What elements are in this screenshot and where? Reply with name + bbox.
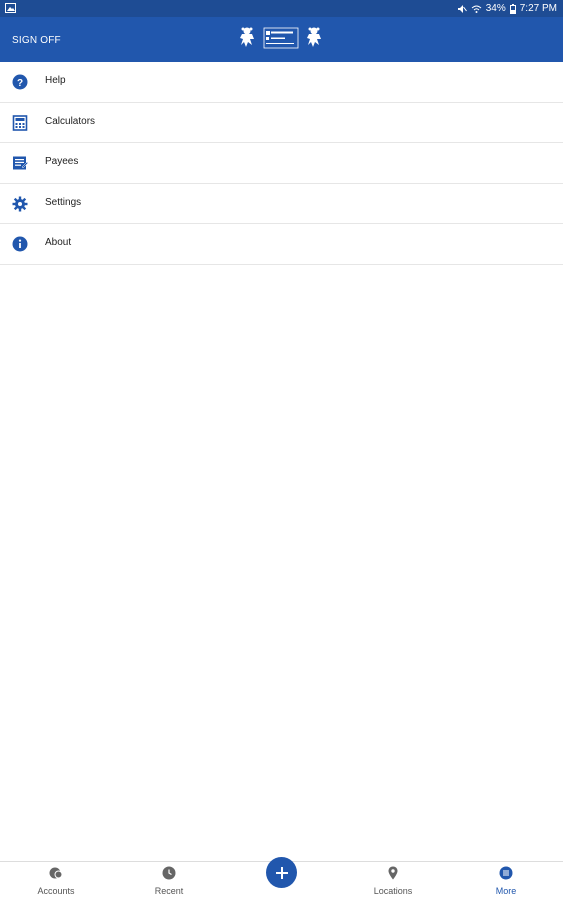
bank-logo xyxy=(240,27,321,49)
calculator-icon xyxy=(12,114,28,131)
gallery-icon xyxy=(5,3,16,13)
menu-item-calculators[interactable]: Calculators xyxy=(0,103,563,143)
more-menu-list: ? Help Calculators Payees Settings About xyxy=(0,62,563,265)
nav-locations[interactable]: Locations xyxy=(353,862,433,900)
menu-item-payees[interactable]: Payees xyxy=(0,143,563,184)
menu-item-label: Calculators xyxy=(45,115,96,127)
plus-icon xyxy=(275,866,288,879)
mute-icon xyxy=(457,4,467,13)
menu-item-label: Help xyxy=(45,75,66,86)
menu-item-about[interactable]: About xyxy=(0,224,563,265)
nav-recent[interactable]: Recent xyxy=(129,862,209,900)
wifi-icon xyxy=(471,5,482,13)
nav-label: Recent xyxy=(154,886,184,896)
status-bar: 34% 7:27 PM xyxy=(0,0,563,17)
more-icon xyxy=(499,866,513,880)
recent-icon xyxy=(162,866,176,880)
help-icon: ? xyxy=(12,74,28,90)
location-pin-icon xyxy=(388,866,398,880)
status-right: 34% 7:27 PM xyxy=(457,2,557,15)
status-time: 7:27 PM xyxy=(519,3,557,14)
menu-item-label: Settings xyxy=(45,196,82,208)
info-icon xyxy=(12,236,28,252)
settings-gear-icon xyxy=(12,196,28,211)
menu-item-settings[interactable]: Settings xyxy=(0,184,563,224)
sign-off-button[interactable]: SIGN OFF xyxy=(12,35,61,46)
battery-icon xyxy=(509,3,516,14)
svg-text:?: ? xyxy=(17,78,23,89)
menu-item-label: Payees xyxy=(45,156,79,167)
add-action-button[interactable] xyxy=(266,857,297,888)
battery-percent: 34% xyxy=(485,3,506,14)
menu-item-help[interactable]: ? Help xyxy=(0,62,563,103)
nav-label: Locations xyxy=(373,886,413,896)
nav-accounts[interactable]: Accounts xyxy=(16,862,96,900)
nav-label: More xyxy=(495,886,517,896)
nav-more[interactable]: More xyxy=(466,862,546,900)
accounts-icon xyxy=(49,867,63,879)
payees-icon xyxy=(13,156,28,170)
menu-item-label: About xyxy=(45,237,72,248)
app-bar: SIGN OFF xyxy=(0,17,563,62)
nav-label: Accounts xyxy=(37,886,75,896)
